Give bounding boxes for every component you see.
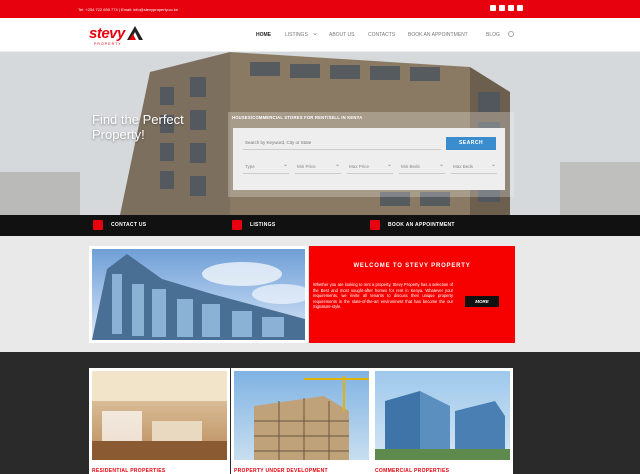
top-bar: Tel: +254 722 690 774 | Email: info@stev… [0,0,640,18]
home-icon [232,220,242,230]
chevron-down-icon: ⌄ [312,30,318,37]
residential-interior-image [92,371,227,460]
max-beds-select[interactable]: Max Beds [451,160,497,174]
phone-icon [93,220,103,230]
hero-banner: Find the Perfect Property! HOUSES/COMMER… [0,52,640,215]
welcome-text: Whether you are looking to rent a proper… [313,282,453,310]
social-links [490,5,523,11]
min-price-select[interactable]: Min Price [295,160,341,174]
site-logo[interactable]: stevy PROPERTY [89,25,145,49]
property-categories: RESIDENTIAL PROPERTIES PROPERTY UNDER DE… [0,352,640,474]
site-header: stevy PROPERTY HOME LISTINGS ⌄ ABOUT US … [0,18,640,52]
welcome-title: WELCOME TO STEVY PROPERTY [353,263,471,269]
type-select[interactable]: Type [243,160,289,174]
contact-info: Tel: +254 722 690 774 | Email: info@stev… [78,7,179,12]
card-residential[interactable]: RESIDENTIAL PROPERTIES [89,368,230,474]
card-caption: RESIDENTIAL PROPERTIES [92,468,166,474]
nav-blog[interactable]: BLOG [486,32,500,38]
keyword-search-input[interactable] [243,136,441,150]
cta-listings[interactable]: LISTINGS [232,219,275,231]
card-commercial[interactable]: COMMERCIAL PROPERTIES [372,368,513,474]
search-button[interactable]: SEARCH [446,137,496,150]
twitter-icon[interactable] [490,5,496,11]
nav-contacts[interactable]: CONTACTS [368,32,395,38]
max-price-select[interactable]: Max Price [347,160,393,174]
office-building-image [92,254,305,340]
nav-home[interactable]: HOME [256,32,271,38]
nav-about[interactable]: ABOUT US [329,32,354,38]
hero-title: Find the Perfect Property! [92,112,184,142]
construction-site-image [254,376,369,460]
logo-mark-icon [127,26,143,40]
welcome-image [89,246,308,343]
handshake-icon [370,220,380,230]
cta-strip: CONTACT US LISTINGS BOOK AN APPOINTMENT [0,215,640,236]
nav-book-appointment[interactable]: BOOK AN APPOINTMENT [408,32,468,38]
card-caption: COMMERCIAL PROPERTIES [375,468,450,474]
min-beds-select[interactable]: Min Beds [399,160,445,174]
nav-listings[interactable]: LISTINGS [285,32,308,38]
property-search-panel: HOUSES/COMMERCIAL STORES FOR RENT/SELL I… [228,112,514,197]
commercial-towers-image [375,391,510,460]
welcome-box: WELCOME TO STEVY PROPERTY Whether you ar… [309,246,515,343]
linkedin-icon[interactable] [517,5,523,11]
facebook-icon[interactable] [499,5,505,11]
search-panel-label: HOUSES/COMMERCIAL STORES FOR RENT/SELL I… [232,115,363,120]
instagram-icon[interactable] [508,5,514,11]
card-under-development[interactable]: PROPERTY UNDER DEVELOPMENT [231,368,372,474]
search-icon[interactable] [508,31,514,37]
cta-contact-us[interactable]: CONTACT US [93,219,146,231]
search-form: SEARCH Type Min Price Max Price Min Beds… [233,128,505,190]
card-caption: PROPERTY UNDER DEVELOPMENT [234,468,328,474]
cta-book-appointment[interactable]: BOOK AN APPOINTMENT [370,219,455,231]
more-button[interactable]: MORE [465,296,499,307]
